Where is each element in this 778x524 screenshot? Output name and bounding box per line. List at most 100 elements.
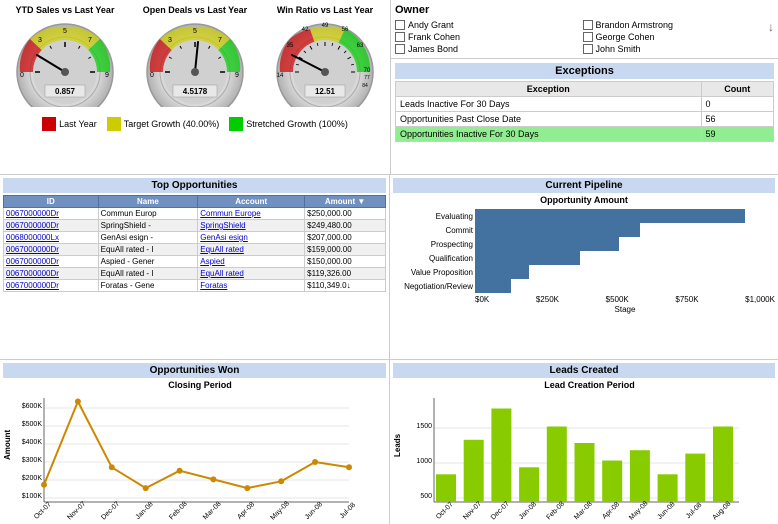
svg-text:5: 5: [63, 28, 67, 35]
opp-amount: $250,000.00: [305, 208, 386, 220]
opp-link[interactable]: 0067000000Dr: [6, 257, 59, 266]
gauge-win-ratio: Win Ratio vs Last Year: [265, 5, 385, 107]
owner-scroll-arrow[interactable]: ↓: [768, 20, 774, 34]
svg-text:Dec-07: Dec-07: [490, 500, 511, 521]
legend-target-label: Target Growth (40.00%): [124, 119, 220, 129]
pipeline-bar-commit: [475, 223, 640, 237]
won-svg: $100K $200K $300K $400K $500K $600K: [14, 390, 354, 505]
opp-link[interactable]: 0067000000Dr: [6, 221, 59, 230]
opp-link[interactable]: 0067000000Dr: [6, 269, 59, 278]
svg-text:May-08: May-08: [269, 500, 291, 522]
opp-account-link[interactable]: SpringShield: [200, 221, 245, 230]
svg-text:Nov-07: Nov-07: [462, 500, 483, 521]
svg-text:49: 49: [322, 23, 329, 29]
legend-target-box: [107, 117, 121, 131]
owner-frank[interactable]: Frank Cohen: [395, 32, 581, 42]
owner-james-checkbox[interactable]: [395, 44, 405, 54]
opp-amount: $249,480.00: [305, 220, 386, 232]
opportunities-section: Top Opportunities ID Name Account Amount…: [0, 175, 390, 359]
gauge-open-deals: Open Deals vs Last Year: [135, 5, 255, 107]
opp-account-link[interactable]: GenAsi esign: [200, 233, 248, 242]
won-y-label-text: Amount: [3, 430, 12, 460]
svg-text:84: 84: [362, 83, 368, 89]
gauge-ytd-title: YTD Sales vs Last Year: [16, 5, 115, 15]
stage-axis-label: Stage: [615, 305, 636, 314]
exceptions-panel: Exceptions Exception Count Leads Inactiv…: [391, 59, 778, 146]
svg-text:Jul-08: Jul-08: [339, 502, 358, 521]
svg-text:May-08: May-08: [628, 500, 650, 522]
opp-amount: $150,000.00: [305, 256, 386, 268]
opp-account-link[interactable]: Commun Europe: [200, 209, 260, 218]
owner-george[interactable]: George Cohen: [583, 32, 769, 42]
owner-brandon-checkbox[interactable]: [583, 20, 593, 30]
exception-past-close-label: Opportunities Past Close Date: [396, 112, 702, 127]
opp-account-link[interactable]: EquAll rated: [200, 245, 244, 254]
pipeline-x-500k: $500K: [606, 295, 629, 304]
pipeline-stage-qualification: Qualification: [429, 254, 473, 263]
exception-row-leads: Leads Inactive For 30 Days 0: [396, 97, 774, 112]
svg-text:35: 35: [287, 43, 294, 49]
svg-text:Jun-08: Jun-08: [656, 501, 676, 521]
opp-col-amount: Amount ▼: [305, 196, 386, 208]
opp-col-id: ID: [4, 196, 99, 208]
opp-account-link[interactable]: Foratas: [200, 281, 227, 290]
gauges-section: YTD Sales vs Last Year: [0, 0, 390, 174]
pipeline-stage-evaluating: Evaluating: [436, 212, 473, 221]
opp-account-link[interactable]: Aspied: [200, 257, 224, 266]
middle-row: Top Opportunities ID Name Account Amount…: [0, 175, 778, 360]
opp-name: Foratas - Gene: [98, 280, 198, 292]
opp-name: EquAll rated - I: [98, 268, 198, 280]
svg-text:Feb-08: Feb-08: [168, 501, 189, 522]
pipeline-x-750k: $750K: [675, 295, 698, 304]
svg-text:7: 7: [218, 37, 222, 44]
svg-text:Mar-08: Mar-08: [573, 501, 594, 522]
pipeline-bar-prospecting: [475, 237, 619, 251]
owner-george-checkbox[interactable]: [583, 32, 593, 42]
opp-name: Commun Europ: [98, 208, 198, 220]
bottom-row: Opportunities Won Amount Closing Period …: [0, 360, 778, 524]
owner-james[interactable]: James Bond: [395, 44, 581, 54]
opportunities-table: ID Name Account Amount ▼ 0067000000Dr Co…: [3, 195, 386, 292]
leads-chart-container: Lead Creation Period 500 1000 1500: [404, 380, 775, 508]
gauge-open-title: Open Deals vs Last Year: [143, 5, 247, 15]
gauge-win-title: Win Ratio vs Last Year: [277, 5, 373, 15]
svg-text:42: 42: [302, 27, 309, 33]
opp-col-account: Account: [198, 196, 305, 208]
table-row: 0067000000Dr SpringShield - SpringShield…: [4, 220, 386, 232]
owner-brandon-label: Brandon Armstrong: [596, 20, 674, 30]
exception-inactive-count: 59: [701, 127, 773, 142]
legend-last-year-label: Last Year: [59, 119, 97, 129]
exception-past-close-count: 56: [701, 112, 773, 127]
owner-frank-checkbox[interactable]: [395, 32, 405, 42]
leads-title: Leads Created: [393, 363, 775, 378]
svg-text:Oct-07: Oct-07: [33, 501, 53, 521]
opp-link[interactable]: 0067000000Dr: [6, 209, 59, 218]
svg-text:14: 14: [277, 73, 284, 79]
svg-text:77: 77: [364, 75, 370, 81]
opp-account-link[interactable]: EquAll rated: [200, 269, 244, 278]
svg-text:56: 56: [342, 27, 349, 33]
opp-link[interactable]: 0067000000Dr: [6, 245, 59, 254]
owner-john-checkbox[interactable]: [583, 44, 593, 54]
opportunities-title: Top Opportunities: [3, 178, 386, 193]
owner-andy[interactable]: Andy Grant: [395, 20, 581, 30]
pipeline-bar-evaluating: [475, 209, 745, 223]
svg-text:Apr-08: Apr-08: [601, 501, 621, 521]
owner-andy-label: Andy Grant: [408, 20, 454, 30]
owner-john-label: John Smith: [596, 44, 641, 54]
owner-brandon[interactable]: Brandon Armstrong: [583, 20, 769, 30]
won-chart-container: Closing Period $100K $200K $300K $400K $…: [14, 380, 386, 508]
table-row: 0067000000Dr EquAll rated - I EquAll rat…: [4, 244, 386, 256]
svg-text:5: 5: [193, 28, 197, 35]
svg-text:63: 63: [357, 43, 364, 49]
svg-text:3: 3: [168, 37, 172, 44]
svg-text:$100K: $100K: [22, 493, 43, 500]
owner-andy-checkbox[interactable]: [395, 20, 405, 30]
opp-link[interactable]: 0067000000Dr: [6, 281, 59, 290]
owner-john[interactable]: John Smith: [583, 44, 769, 54]
svg-text:Dec-07: Dec-07: [100, 500, 121, 521]
exception-row-past-close: Opportunities Past Close Date 56: [396, 112, 774, 127]
leads-subtitle: Lead Creation Period: [404, 380, 775, 390]
opp-link[interactable]: 0068000000Lx: [6, 233, 59, 242]
gauge-ytd-svg: 0 3 5 7 9 0.857: [10, 17, 120, 107]
